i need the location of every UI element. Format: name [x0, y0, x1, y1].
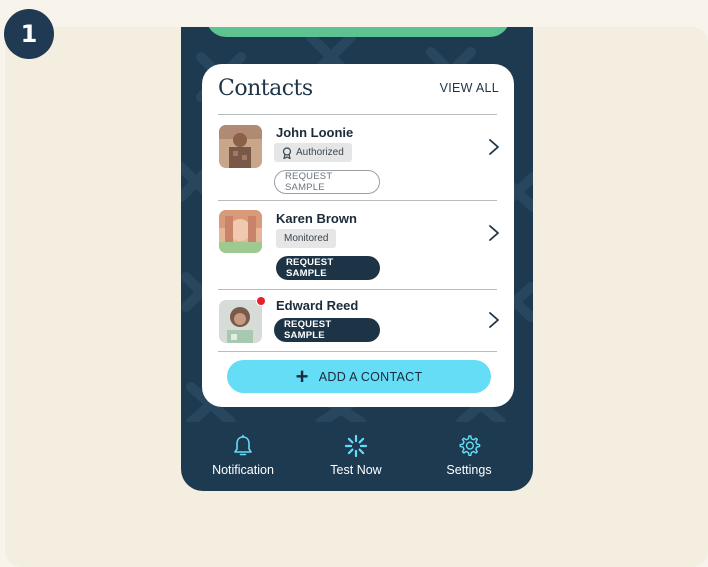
contact-row-john[interactable]: John Loonie Authorized REQUEST SAMPLE: [202, 114, 514, 200]
avatar: [219, 125, 262, 168]
contact-name: John Loonie: [276, 125, 354, 140]
gear-icon: [459, 435, 481, 456]
top-banner: [206, 27, 510, 37]
step-number-badge: 1: [4, 9, 54, 59]
nav-label: Test Now: [330, 463, 382, 477]
divider: [218, 351, 497, 352]
contacts-title: Contacts: [218, 76, 313, 101]
nav-item-notification[interactable]: Notification: [188, 434, 298, 477]
chevron-right-icon[interactable]: [487, 311, 501, 329]
contact-name: Edward Reed: [276, 298, 359, 313]
add-contact-label: ADD A CONTACT: [318, 369, 423, 384]
notification-dot: [256, 296, 266, 306]
avatar: [219, 210, 262, 253]
request-sample-button[interactable]: REQUEST SAMPLE: [274, 170, 380, 194]
status-badge: Authorized: [274, 143, 352, 162]
chevron-right-icon[interactable]: [487, 138, 501, 156]
status-badge-label: Authorized: [296, 147, 344, 158]
add-contact-button[interactable]: + ADD A CONTACT: [227, 360, 491, 393]
status-badge-label: Monitored: [284, 233, 329, 244]
plus-icon: +: [295, 363, 309, 389]
nav-item-settings[interactable]: Settings: [414, 434, 524, 477]
award-ribbon-icon: [282, 146, 292, 159]
bell-icon: [234, 434, 252, 456]
contact-row-karen[interactable]: Karen Brown Monitored REQUEST SAMPLE: [202, 200, 514, 289]
phone-screen: Contacts VIEW ALL John Loonie Authorized…: [181, 27, 533, 491]
nav-item-test-now[interactable]: Test Now: [301, 434, 411, 477]
request-sample-button[interactable]: REQUEST SAMPLE: [276, 256, 380, 280]
contacts-card: Contacts VIEW ALL John Loonie Authorized…: [202, 64, 514, 407]
spinner-icon: [344, 434, 368, 458]
bottom-nav: Notification Test Now Settings: [181, 422, 533, 491]
nav-label: Settings: [446, 463, 492, 477]
contact-row-edward[interactable]: Edward Reed REQUEST SAMPLE: [202, 289, 514, 351]
avatar: [219, 300, 262, 343]
view-all-link[interactable]: VIEW ALL: [440, 81, 499, 95]
request-sample-button[interactable]: REQUEST SAMPLE: [274, 318, 380, 342]
contact-name: Karen Brown: [276, 211, 357, 226]
nav-label: Notification: [212, 463, 274, 477]
chevron-right-icon[interactable]: [487, 224, 501, 242]
status-badge: Monitored: [276, 229, 337, 248]
